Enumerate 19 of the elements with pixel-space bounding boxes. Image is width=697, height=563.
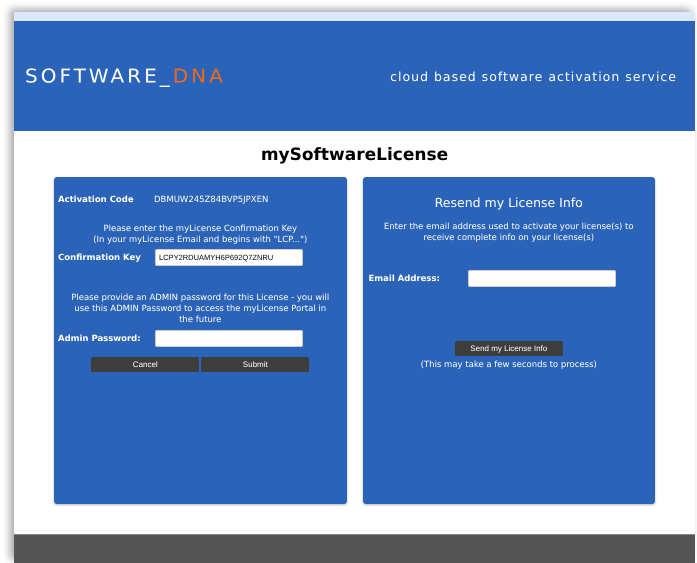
resend-instructions: Enter the email address used to activate your license(s) to receive complete info on your license(s) — [382, 222, 635, 244]
password-instructions: Please provide an ADMIN password for this License - you will use this ADMIN Password to access the myLicense Portal in the future — [70, 293, 330, 326]
instruction-text: (In your myLicense Email and begins with "LCP...") — [92, 235, 308, 246]
processing-note: (This may take a few seconds to process) — [420, 360, 598, 371]
submit-button[interactable]: Submit — [201, 357, 310, 372]
activation-code-label: Activation Code — [58, 195, 135, 205]
confirmation-key-label: Confirmation Key — [58, 252, 142, 262]
page-title: mySoftwareLicense — [260, 145, 450, 165]
send-license-info-button[interactable]: Send my License Info — [454, 341, 563, 356]
instruction-text: Please enter the myLicense Confirmation Key — [102, 224, 298, 235]
email-address-field[interactable] — [468, 270, 616, 287]
tagline: cloud based software activation service — [390, 68, 677, 84]
admin-password-label: Admin Password: — [58, 334, 142, 344]
admin-password-field[interactable] — [155, 330, 303, 347]
logo: SOFTWARE_DNA — [25, 64, 226, 88]
activation-code: DBMUW245Z84BVP5JPXEN — [154, 195, 268, 205]
email-address-label: Email Address: — [368, 274, 441, 284]
panel-title: Resend my License Info — [434, 195, 584, 210]
cancel-button[interactable]: Cancel — [91, 357, 200, 372]
